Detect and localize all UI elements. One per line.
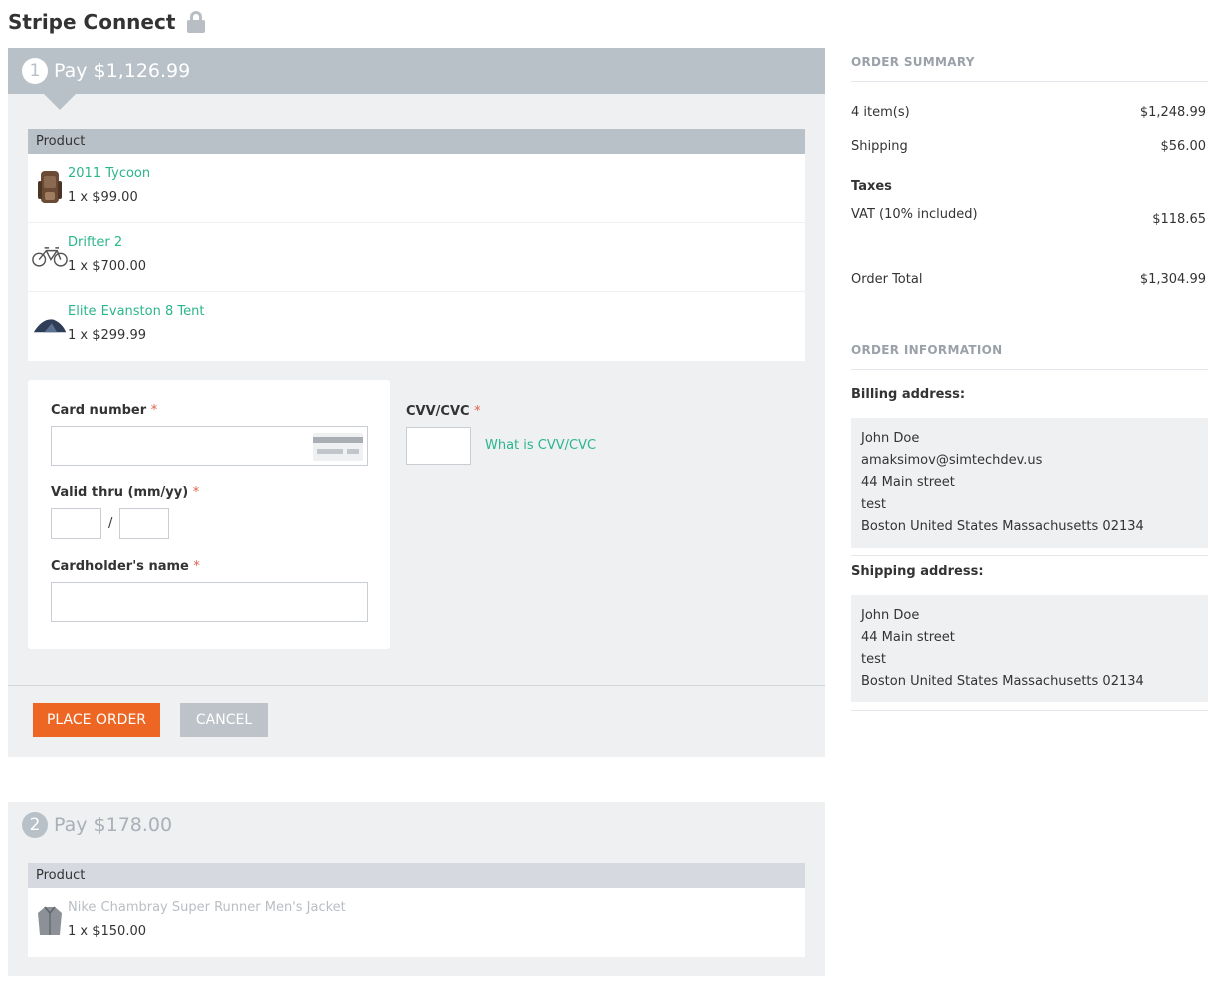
billing-city: Boston United States Massachusetts 02134 [861, 519, 1144, 534]
product-row: Elite Evanston 8 Tent 1 x $299.99 [28, 292, 805, 361]
summary-shipping-label: Shipping [851, 139, 908, 154]
shipping-street: 44 Main street [861, 630, 955, 645]
product-link[interactable]: 2011 Tycoon [68, 166, 150, 181]
summary-items-value: $1,248.99 [1139, 105, 1206, 120]
summary-total-row: Order Total $1,304.99 [851, 272, 1208, 287]
what-is-cvv-link[interactable]: What is CVV/CVC [485, 438, 596, 453]
product-table: Product Nike Chambray Super Runner Men's… [28, 863, 805, 957]
product-table: Product 2011 Tycoon 1 x $99.00 Drifter 2… [28, 129, 805, 361]
summary-taxes-label: Taxes [851, 179, 892, 194]
page-title: Stripe Connect [8, 10, 206, 34]
step-2-header[interactable]: 2 Pay $178.00 [8, 802, 825, 848]
summary-items-label: 4 item(s) [851, 105, 910, 120]
divider [851, 369, 1208, 370]
summary-shipping-row: Shipping $56.00 [851, 139, 1208, 154]
shipping-city: Boston United States Massachusetts 02134 [861, 674, 1144, 689]
product-row: Drifter 2 1 x $700.00 [28, 223, 805, 292]
card-number-input[interactable] [51, 426, 368, 466]
expiry-year-input[interactable] [119, 508, 169, 539]
billing-name: John Doe [861, 431, 920, 446]
expiry-month-input[interactable] [51, 508, 101, 539]
shipping-line2: test [861, 652, 886, 667]
product-link[interactable]: Drifter 2 [68, 235, 122, 250]
divider [8, 685, 825, 686]
product-table-header: Product [28, 129, 805, 154]
product-price: 1 x $700.00 [68, 259, 146, 274]
summary-vat-value: $118.65 [1152, 212, 1206, 227]
summary-total-value: $1,304.99 [1139, 272, 1206, 287]
lock-icon [187, 11, 206, 33]
order-summary-title: Order summary [851, 55, 975, 69]
divider [851, 81, 1208, 82]
step-title: Pay $1,126.99 [54, 60, 191, 82]
shipping-name: John Doe [861, 608, 920, 623]
step-title: Pay $178.00 [54, 814, 173, 836]
cardholder-name-input[interactable] [51, 582, 368, 622]
billing-address-box: John Doe amaksimov@simtechdev.us 44 Main… [851, 418, 1208, 548]
product-row: 2011 Tycoon 1 x $99.00 [28, 154, 805, 223]
product-price: 1 x $150.00 [68, 924, 146, 939]
valid-thru-label: Valid thru (mm/yy) * [51, 485, 200, 500]
divider [851, 555, 1208, 556]
cvv-label: CVV/CVC * [406, 404, 481, 419]
tent-icon[interactable] [32, 304, 68, 346]
step-1-header[interactable]: 1 Pay $1,126.99 [8, 48, 825, 110]
credit-card-form: Card number * Valid thru (mm/yy) * / Car… [28, 380, 390, 649]
expiry-separator: / [108, 516, 113, 531]
backpack-icon[interactable] [32, 166, 68, 208]
jacket-icon[interactable] [32, 900, 68, 942]
bicycle-icon[interactable] [32, 235, 68, 277]
order-information-title: Order information [851, 343, 1003, 357]
cardholder-label: Cardholder's name * [51, 559, 200, 574]
billing-address-label: Billing address: [851, 387, 966, 402]
product-price: 1 x $299.99 [68, 328, 146, 343]
payment-step-2: 2 Pay $178.00 Product Nike Chambray Supe… [8, 802, 825, 976]
shipping-address-box: John Doe 44 Main street test Boston Unit… [851, 595, 1208, 702]
summary-vat-row: VAT (10% included) $118.65 [851, 207, 1208, 227]
credit-card-icon [313, 433, 363, 461]
billing-email: amaksimov@simtechdev.us [861, 453, 1043, 468]
product-table-header: Product [28, 863, 805, 888]
billing-street: 44 Main street [861, 475, 955, 490]
billing-line2: test [861, 497, 886, 512]
step-number: 2 [22, 812, 48, 838]
payment-step-1: 1 Pay $1,126.99 Product 2011 Tycoon 1 x … [8, 48, 825, 757]
shipping-address-label: Shipping address: [851, 564, 984, 579]
cvv-input[interactable] [406, 427, 471, 465]
step-number: 1 [22, 58, 48, 84]
product-price: 1 x $99.00 [68, 190, 138, 205]
place-order-button[interactable]: Place order [33, 703, 160, 737]
product-link[interactable]: Nike Chambray Super Runner Men's Jacket [68, 900, 346, 915]
step-pointer [44, 94, 76, 110]
summary-total-label: Order Total [851, 272, 923, 287]
product-link[interactable]: Elite Evanston 8 Tent [68, 304, 204, 319]
summary-vat-label: VAT (10% included) [851, 207, 978, 222]
summary-shipping-value: $56.00 [1160, 139, 1207, 154]
product-row: Nike Chambray Super Runner Men's Jacket … [28, 888, 805, 957]
divider [851, 710, 1208, 711]
summary-items-row: 4 item(s) $1,248.99 [851, 105, 1208, 120]
card-number-label: Card number * [51, 403, 158, 418]
cancel-button[interactable]: Cancel [180, 703, 268, 737]
page-title-text: Stripe Connect [8, 10, 176, 34]
